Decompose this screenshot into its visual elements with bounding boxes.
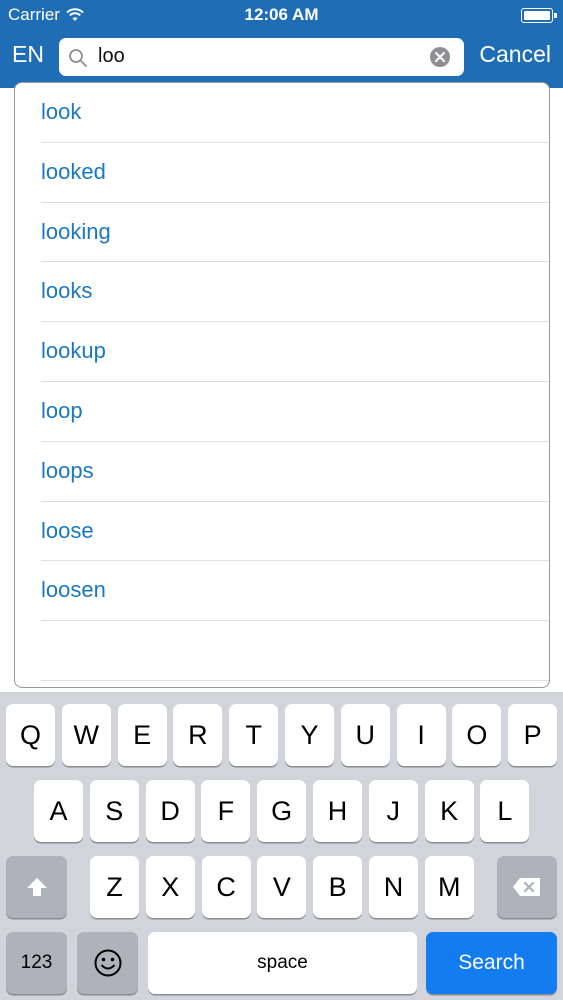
key-a[interactable]: A <box>34 780 83 842</box>
key-f[interactable]: F <box>201 780 251 842</box>
key-g[interactable]: G <box>257 780 307 842</box>
suggestion-item[interactable]: loops <box>41 442 549 502</box>
emoji-icon <box>94 949 121 977</box>
suggestion-label: loops <box>41 457 94 483</box>
suggestion-label: looking <box>41 218 111 244</box>
key-n[interactable]: N <box>369 856 418 918</box>
suggestion-label: loose <box>41 517 94 543</box>
key-m[interactable]: M <box>424 856 474 918</box>
emoji-key[interactable] <box>77 932 138 994</box>
search-key[interactable]: Search <box>426 932 557 994</box>
key-t[interactable]: T <box>229 704 279 766</box>
suggestion-label: loop <box>41 398 83 423</box>
search-bar-row: EN loo Cancel <box>0 38 563 76</box>
clear-search-button[interactable] <box>430 47 450 67</box>
key-k[interactable]: K <box>424 780 474 842</box>
suggestion-label: look <box>41 99 82 124</box>
status-bar: Carrier 12:06 AM <box>0 0 563 30</box>
battery-level <box>524 11 550 20</box>
backspace-key[interactable] <box>497 856 557 918</box>
suggestion-item[interactable]: lookup <box>41 322 549 382</box>
key-p[interactable]: P <box>508 704 558 766</box>
battery-icon <box>521 8 557 23</box>
suggestion-item[interactable]: loop <box>41 382 549 442</box>
key-v[interactable]: V <box>257 856 307 918</box>
suggestion-label: looks <box>41 278 93 304</box>
key-w[interactable]: W <box>61 704 111 766</box>
shift-key[interactable] <box>6 856 67 918</box>
key-c[interactable]: C <box>201 856 251 918</box>
key-h[interactable]: H <box>313 780 362 842</box>
key-z[interactable]: Z <box>90 856 139 918</box>
language-button[interactable]: EN <box>12 41 44 68</box>
app-header: Carrier 12:06 AM EN loo Cancel <box>0 0 563 88</box>
key-j[interactable]: J <box>368 780 418 842</box>
key-e[interactable]: E <box>117 704 167 766</box>
suggestion-empty-row <box>41 621 549 681</box>
suggestion-item[interactable]: loosen <box>41 561 549 622</box>
keyboard: Q W E R T Y U I O P A S D F G H J K L Z X C V B N M 123 space Search <box>0 692 563 1000</box>
key-b[interactable]: B <box>313 856 363 918</box>
key-r[interactable]: R <box>173 704 223 766</box>
key-s[interactable]: S <box>89 780 139 842</box>
cancel-button[interactable]: Cancel <box>479 41 551 68</box>
key-d[interactable]: D <box>145 780 195 842</box>
suggestion-item[interactable]: look <box>41 83 549 143</box>
numbers-key[interactable]: 123 <box>6 932 67 994</box>
shift-icon <box>26 878 47 896</box>
key-i[interactable]: I <box>396 704 446 766</box>
search-input[interactable]: loo <box>98 45 125 68</box>
key-q[interactable]: Q <box>6 704 55 766</box>
key-u[interactable]: U <box>340 704 390 766</box>
search-field[interactable]: loo <box>59 38 464 76</box>
key-l[interactable]: L <box>480 780 530 842</box>
suggestion-label: loosen <box>41 577 106 603</box>
key-o[interactable]: O <box>452 704 502 766</box>
suggestion-item[interactable]: looks <box>41 262 549 323</box>
suggestion-item[interactable]: looking <box>41 203 549 263</box>
clock: 12:06 AM <box>244 5 319 24</box>
close-icon <box>435 52 445 62</box>
suggestions-list: look looked looking looks lookup loop loops loo… <box>14 82 550 688</box>
space-key[interactable]: space <box>148 932 417 994</box>
key-x[interactable]: X <box>145 856 195 918</box>
suggestion-label: looked <box>41 158 106 184</box>
suggestion-item[interactable]: looked <box>41 143 549 203</box>
search-icon <box>69 49 87 67</box>
suggestion-label: lookup <box>41 338 106 364</box>
backspace-icon <box>513 878 540 896</box>
key-y[interactable]: Y <box>285 704 334 766</box>
suggestion-item[interactable]: loose <box>41 502 549 562</box>
